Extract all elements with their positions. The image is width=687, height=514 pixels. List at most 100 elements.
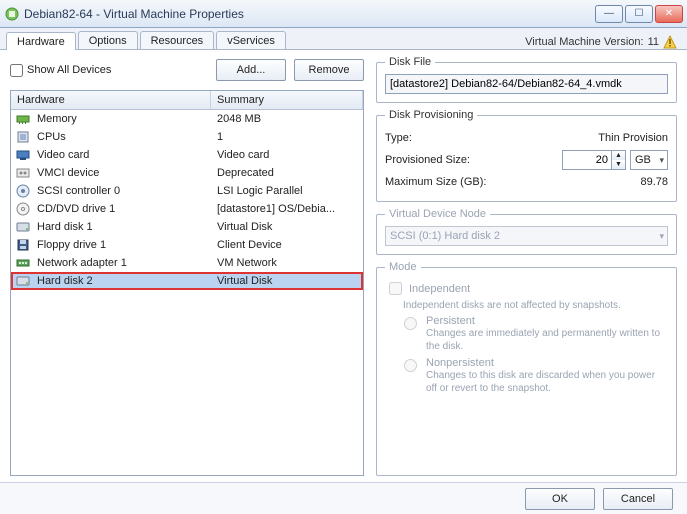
prov-size-spinner[interactable]: ▲▼: [562, 150, 626, 170]
nonpersistent-label: Nonpersistent: [426, 357, 668, 369]
max-size-value: 89.78: [640, 176, 668, 188]
independent-checkbox: Independent: [385, 279, 668, 298]
max-size-label: Maximum Size (GB):: [385, 176, 640, 188]
minimize-button[interactable]: —: [595, 5, 623, 23]
hardware-rows: Memory 2048 MB CPUs 1 Video card Video card VM…: [11, 110, 363, 475]
hardware-summary: LSI Logic Parallel: [211, 185, 363, 197]
hardware-name: Hard disk 1: [37, 221, 93, 233]
tab-vservices[interactable]: vServices: [216, 31, 286, 49]
disk-file-legend: Disk File: [385, 56, 435, 68]
col-summary[interactable]: Summary: [211, 91, 363, 109]
bottom-bar: OK Cancel: [0, 482, 687, 514]
app-icon: [4, 6, 20, 22]
hardware-name: Floppy drive 1: [37, 239, 106, 251]
hardware-summary: 2048 MB: [211, 113, 363, 125]
titlebar: Debian82-64 - Virtual Machine Properties…: [0, 0, 687, 28]
cd-icon: [15, 201, 31, 217]
hardware-row[interactable]: Network adapter 1VM Network: [11, 254, 363, 272]
tab-hardware[interactable]: Hardware: [6, 32, 76, 50]
disk-file-group: Disk File: [376, 56, 677, 103]
hardware-name: Network adapter 1: [37, 257, 127, 269]
video-icon: [15, 147, 31, 163]
hardware-row[interactable]: Video card Video card: [11, 146, 363, 164]
hardware-list-header: Hardware Summary: [11, 91, 363, 110]
add-button[interactable]: Add...: [216, 59, 286, 81]
tabs: Hardware Options Resources vServices Vir…: [0, 28, 687, 50]
vm-version-label: Virtual Machine Version:: [525, 36, 643, 48]
persistent-label: Persistent: [426, 315, 668, 327]
warning-icon: [663, 35, 677, 49]
disk-provisioning-group: Disk Provisioning Type: Thin Provision P…: [376, 109, 677, 202]
virtual-device-node-group: Virtual Device Node SCSI (0:1) Hard disk…: [376, 208, 677, 255]
hardware-row[interactable]: CD/DVD drive 1 [datastore1] OS/Debia...: [11, 200, 363, 218]
persistent-input: [404, 317, 417, 330]
hardware-name: Memory: [37, 113, 77, 125]
hardware-summary: Virtual Disk: [211, 221, 363, 233]
independent-sub: Independent disks are not affected by sn…: [403, 300, 668, 311]
tab-options[interactable]: Options: [78, 31, 138, 49]
hardware-summary: 1: [211, 131, 363, 143]
floppy-icon: [15, 237, 31, 253]
prov-size-label: Provisioned Size:: [385, 154, 562, 166]
disk-file-input[interactable]: [385, 74, 668, 94]
vm-version: Virtual Machine Version: 11: [525, 35, 681, 49]
hardware-name: Hard disk 2: [37, 275, 93, 287]
hardware-summary: Virtual Disk: [211, 275, 363, 287]
show-all-devices-input[interactable]: [10, 64, 23, 77]
vmci-icon: [15, 165, 31, 181]
hardware-name: SCSI controller 0: [37, 185, 120, 197]
remove-button[interactable]: Remove: [294, 59, 364, 81]
close-button[interactable]: ✕: [655, 5, 683, 23]
independent-input: [389, 282, 402, 295]
nonpersistent-sub: Changes to this disk are discarded when …: [426, 369, 668, 395]
nonpersistent-radio: Nonpersistent Changes to this disk are d…: [399, 357, 668, 395]
hardware-row[interactable]: VMCI device Deprecated: [11, 164, 363, 182]
window-title: Debian82-64 - Virtual Machine Properties: [24, 7, 595, 21]
prov-size-input[interactable]: [562, 150, 612, 170]
mode-group: Mode Independent Independent disks are n…: [376, 261, 677, 476]
cancel-button[interactable]: Cancel: [603, 488, 673, 510]
prov-type-value: Thin Provision: [598, 132, 668, 144]
vm-version-value: 11: [648, 36, 659, 48]
window-buttons: — ☐ ✕: [595, 5, 683, 23]
scsi-icon: [15, 183, 31, 199]
spin-up-icon[interactable]: ▲: [612, 151, 625, 160]
nonpersistent-input: [404, 359, 417, 372]
hardware-name: VMCI device: [37, 167, 99, 179]
right-pane: Disk File Disk Provisioning Type: Thin P…: [370, 50, 687, 482]
hdd-icon: [15, 219, 31, 235]
prov-size-unit-select[interactable]: GB: [630, 150, 668, 170]
vdn-legend: Virtual Device Node: [385, 208, 490, 220]
hardware-row[interactable]: Hard disk 1 Virtual Disk: [11, 218, 363, 236]
hardware-row[interactable]: Hard disk 2 Virtual Disk: [11, 272, 363, 290]
prov-type-label: Type:: [385, 132, 598, 144]
hardware-summary: Video card: [211, 149, 363, 161]
tab-resources[interactable]: Resources: [140, 31, 215, 49]
left-pane: Show All Devices Add... Remove Hardware …: [0, 50, 370, 482]
hardware-name: CPUs: [37, 131, 66, 143]
vdn-select: SCSI (0:1) Hard disk 2: [385, 226, 668, 246]
hardware-row[interactable]: Floppy drive 1Client Device: [11, 236, 363, 254]
memory-icon: [15, 111, 31, 127]
hardware-row[interactable]: CPUs 1: [11, 128, 363, 146]
hardware-list: Hardware Summary Memory 2048 MB CPUs 1 Video…: [10, 90, 364, 476]
hardware-name: CD/DVD drive 1: [37, 203, 115, 215]
maximize-button[interactable]: ☐: [625, 5, 653, 23]
mode-legend: Mode: [385, 261, 421, 273]
persistent-radio: Persistent Changes are immediately and p…: [399, 315, 668, 353]
disk-provisioning-legend: Disk Provisioning: [385, 109, 477, 121]
cpu-icon: [15, 129, 31, 145]
hardware-summary: Deprecated: [211, 167, 363, 179]
hdd-icon: [15, 273, 31, 289]
hardware-summary: [datastore1] OS/Debia...: [211, 203, 363, 215]
show-all-devices-label: Show All Devices: [27, 64, 111, 76]
hardware-row[interactable]: Memory 2048 MB: [11, 110, 363, 128]
spin-down-icon[interactable]: ▼: [612, 160, 625, 169]
hardware-row[interactable]: SCSI controller 0 LSI Logic Parallel: [11, 182, 363, 200]
col-hardware[interactable]: Hardware: [11, 91, 211, 109]
persistent-sub: Changes are immediately and permanently …: [426, 327, 668, 353]
nic-icon: [15, 255, 31, 271]
hardware-name: Video card: [37, 149, 89, 161]
show-all-devices-checkbox[interactable]: Show All Devices: [10, 64, 111, 77]
ok-button[interactable]: OK: [525, 488, 595, 510]
